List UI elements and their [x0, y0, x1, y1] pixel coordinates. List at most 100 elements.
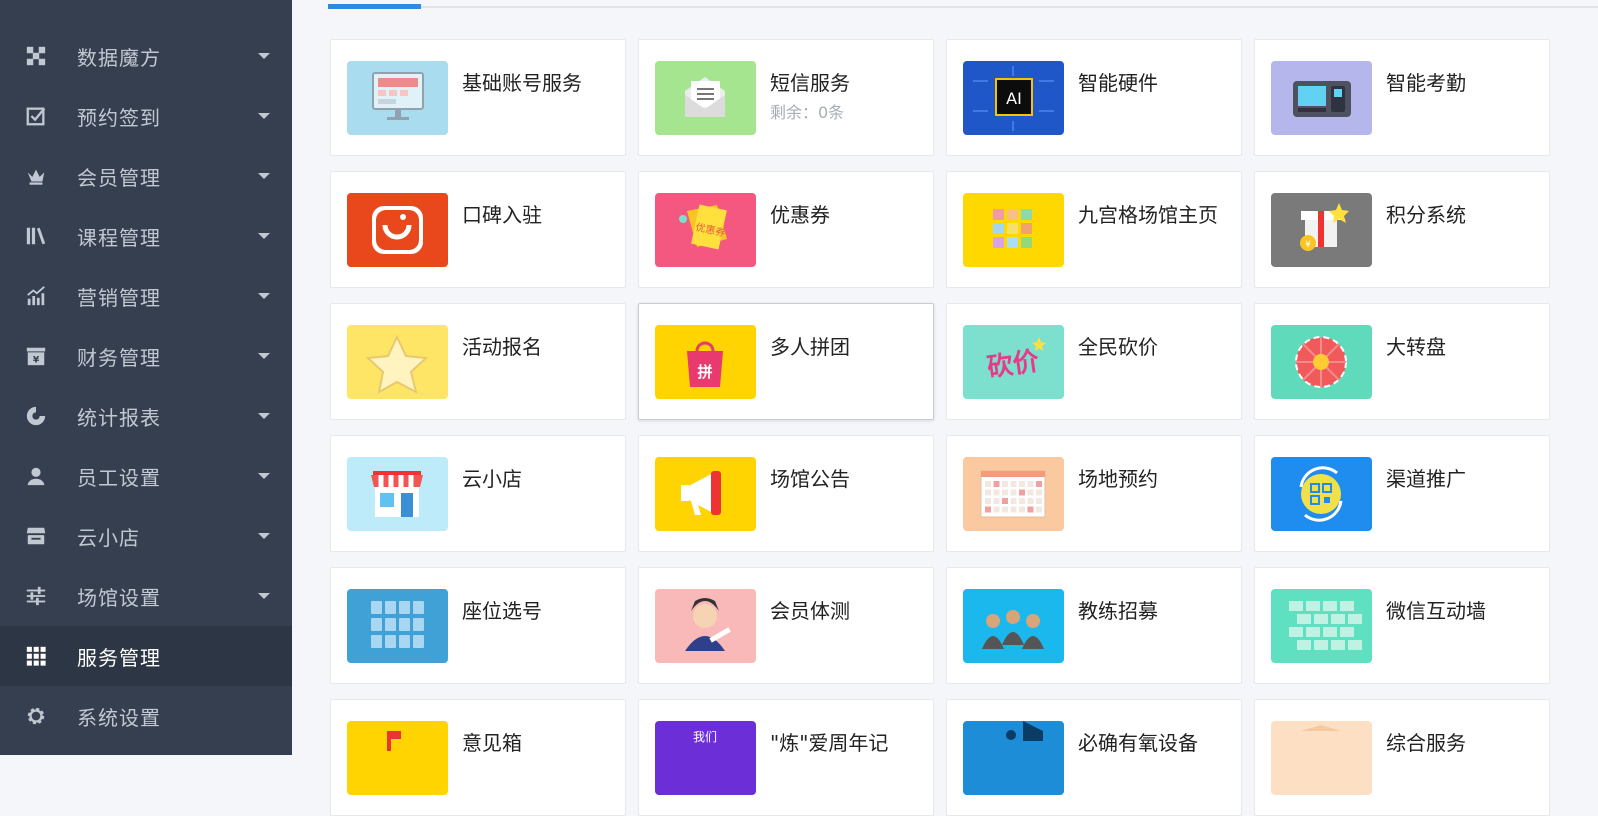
- service-card-title: 渠道推广: [1386, 467, 1466, 491]
- monitor-icon: [347, 61, 448, 135]
- grid-icon: [24, 644, 48, 668]
- caret-down-icon: [258, 233, 270, 239]
- service-card[interactable]: 渠道推广: [1254, 435, 1550, 552]
- sidebar-item-label: 场馆设置: [77, 585, 161, 610]
- yen-box-icon: ¥: [24, 344, 48, 368]
- caret-down-icon: [258, 353, 270, 359]
- service-card-subtitle: 剩余：0条: [770, 103, 845, 122]
- sidebar-item[interactable]: 服务管理: [0, 626, 292, 686]
- service-card-title: 短信服务: [770, 71, 850, 95]
- pie-chart-icon: [24, 404, 48, 428]
- service-card[interactable]: ¥ 积分系统: [1254, 171, 1550, 288]
- service-card-title: 九宫格场馆主页: [1078, 203, 1218, 227]
- service-card-title: 基础账号服务: [462, 71, 582, 95]
- service-card[interactable]: 综合服务: [1254, 699, 1550, 816]
- service-card-title: 场地预约: [1078, 467, 1158, 491]
- sidebar-item[interactable]: 会员管理: [0, 146, 292, 206]
- service-card-title: 必确有氧设备: [1078, 731, 1198, 755]
- service-card-title: 全民砍价: [1078, 335, 1158, 359]
- sidebar-item[interactable]: 预约签到: [0, 86, 292, 146]
- service-card-title: 教练招募: [1078, 599, 1158, 623]
- user-icon: [24, 464, 48, 488]
- svg-text:¥: ¥: [33, 354, 40, 365]
- service-card[interactable]: 微信互动墙: [1254, 567, 1550, 684]
- tab-active-indicator[interactable]: [328, 4, 421, 9]
- shopping-bag-icon: 拼: [655, 325, 756, 399]
- anniversary-icon: 我们: [655, 721, 756, 795]
- service-card[interactable]: AI 智能硬件: [946, 39, 1242, 156]
- service-card-title: 优惠券: [770, 203, 830, 227]
- sidebar-item[interactable]: 统计报表: [0, 386, 292, 446]
- main-content: 基础账号服务 短信服务 剩余：0条 AI 智能硬件 智能考勤 口碑入驻 优惠券 …: [292, 0, 1598, 816]
- shop-icon: [347, 457, 448, 531]
- service-card[interactable]: 短信服务 剩余：0条: [638, 39, 934, 156]
- service-card[interactable]: 砍价 全民砍价: [946, 303, 1242, 420]
- service-card-title: 微信互动墙: [1386, 599, 1486, 623]
- service-card[interactable]: 我们 "炼"爱周年记: [638, 699, 934, 816]
- qrcode-refresh-icon: [1271, 457, 1372, 531]
- megaphone-icon: [655, 457, 756, 531]
- envelope-icon: [655, 61, 756, 135]
- service-card[interactable]: 优惠券 优惠券: [638, 171, 934, 288]
- sidebar-item-label: 课程管理: [77, 225, 161, 250]
- sidebar-item[interactable]: 课程管理: [0, 206, 292, 266]
- service-card[interactable]: 九宫格场馆主页: [946, 171, 1242, 288]
- caret-down-icon: [258, 113, 270, 119]
- cube-icon: [24, 44, 48, 68]
- service-card-title: 智能硬件: [1078, 71, 1158, 95]
- store-icon: [24, 524, 48, 548]
- service-card[interactable]: 活动报名: [330, 303, 626, 420]
- caret-down-icon: [258, 173, 270, 179]
- treadmill-icon: [963, 721, 1064, 795]
- service-card-title: 云小店: [462, 467, 522, 491]
- service-card-title: 多人拼团: [770, 335, 850, 359]
- bargain-icon: 砍价: [963, 325, 1064, 399]
- service-card[interactable]: 大转盘: [1254, 303, 1550, 420]
- service-card-title: 会员体测: [770, 599, 850, 623]
- sidebar-item-label: 系统设置: [77, 705, 161, 730]
- sidebar-item-label: 财务管理: [77, 345, 161, 370]
- service-card[interactable]: 必确有氧设备: [946, 699, 1242, 816]
- service-card-title: 积分系统: [1386, 203, 1466, 227]
- service-card[interactable]: 智能考勤: [1254, 39, 1550, 156]
- service-card[interactable]: 场地预约: [946, 435, 1242, 552]
- sidebar-item[interactable]: 数据魔方: [0, 26, 292, 86]
- calendar-icon: [963, 457, 1064, 531]
- checkbox-icon: [24, 104, 48, 128]
- service-card[interactable]: 拼 多人拼团: [638, 303, 934, 420]
- service-card-title: 意见箱: [462, 731, 522, 755]
- service-card[interactable]: 口碑入驻: [330, 171, 626, 288]
- sidebar-item[interactable]: 场馆设置: [0, 566, 292, 626]
- person-measure-icon: [655, 589, 756, 663]
- service-card-title: 座位选号: [462, 599, 542, 623]
- service-card[interactable]: 云小店: [330, 435, 626, 552]
- service-card[interactable]: 场馆公告: [638, 435, 934, 552]
- svg-text:我们: 我们: [693, 729, 717, 744]
- star-icon: [347, 325, 448, 399]
- sidebar-item-label: 数据魔方: [77, 45, 161, 70]
- mailbox-icon: [347, 721, 448, 795]
- svg-text:AI: AI: [1006, 89, 1022, 108]
- service-card[interactable]: 意见箱: [330, 699, 626, 816]
- service-card[interactable]: 座位选号: [330, 567, 626, 684]
- service-card-title: 口碑入驻: [462, 203, 542, 227]
- caret-down-icon: [258, 593, 270, 599]
- sidebar-item[interactable]: 营销管理: [0, 266, 292, 326]
- sidebar-item-label: 服务管理: [77, 645, 161, 670]
- sidebar-item[interactable]: 系统设置: [0, 686, 292, 746]
- service-card[interactable]: 会员体测: [638, 567, 934, 684]
- caret-down-icon: [258, 53, 270, 59]
- sidebar-item[interactable]: 员工设置: [0, 446, 292, 506]
- service-card[interactable]: 教练招募: [946, 567, 1242, 684]
- wheel-icon: [1271, 325, 1372, 399]
- sidebar-item-label: 云小店: [77, 525, 140, 550]
- caret-down-icon: [258, 533, 270, 539]
- service-card[interactable]: 基础账号服务: [330, 39, 626, 156]
- coaches-icon: [963, 589, 1064, 663]
- sidebar-item[interactable]: ¥ 财务管理: [0, 326, 292, 386]
- sidebar-item-label: 员工设置: [77, 465, 161, 490]
- koubei-logo-icon: [347, 193, 448, 267]
- books-icon: [24, 224, 48, 248]
- sidebar-item[interactable]: 云小店: [0, 506, 292, 566]
- gift-icon: ¥: [1271, 193, 1372, 267]
